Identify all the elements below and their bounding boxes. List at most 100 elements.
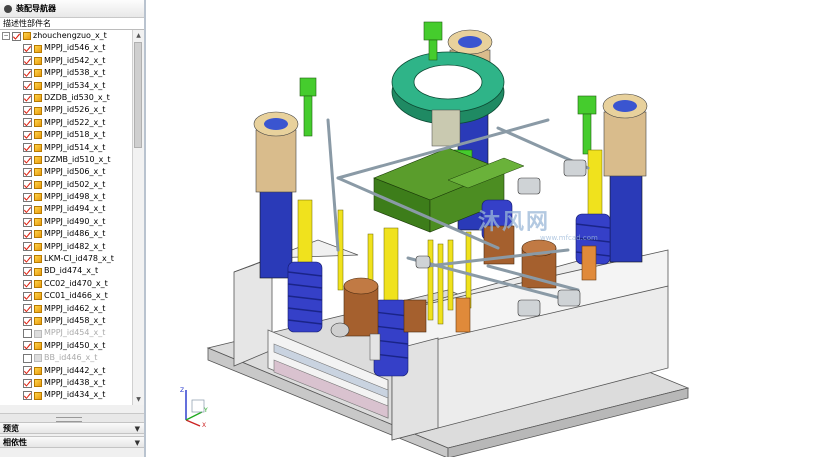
checkbox[interactable] [23, 353, 32, 363]
tree-node[interactable]: LKM-CI_id478_x_t [0, 253, 132, 265]
tree-node-label: MPPJ_id454_x_t [44, 328, 106, 338]
checkbox[interactable] [23, 81, 32, 91]
checkbox[interactable] [23, 341, 32, 351]
tree-node[interactable]: MPPJ_id494_x_t [0, 203, 132, 215]
checkbox[interactable] [23, 143, 32, 153]
tree-root-node[interactable]: − zhouchengzuo_x_t [0, 30, 132, 42]
left-guide-pillar [259, 185, 293, 279]
checkbox[interactable] [23, 254, 32, 264]
tree-node[interactable]: MPPJ_id546_x_t [0, 42, 132, 54]
tree-node-label: MPPJ_id486_x_t [44, 229, 106, 239]
tree-node-label: DZMB_id510_x_t [44, 154, 111, 164]
graphics-viewport[interactable]: 沐风网 www.mfcad.com Z X Y [148, 0, 820, 457]
checkbox[interactable] [23, 316, 32, 326]
checkbox[interactable] [23, 242, 32, 252]
tree-node[interactable]: MPPJ_id526_x_t [0, 104, 132, 116]
collapse-icon[interactable]: − [2, 32, 10, 41]
checkbox[interactable] [23, 267, 32, 277]
watermark-text: 沐风网 [478, 210, 551, 235]
checkbox[interactable] [23, 167, 32, 177]
checkbox[interactable] [23, 291, 32, 301]
checkbox[interactable] [23, 378, 32, 388]
component-icon [34, 329, 42, 338]
tree-node[interactable]: MPPJ_id486_x_t [0, 228, 132, 240]
tree-node[interactable]: MPPJ_id450_x_t [0, 340, 132, 352]
tree-node[interactable]: MPPJ_id462_x_t [0, 303, 132, 315]
tree-node-label: MPPJ_id458_x_t [44, 315, 106, 325]
tree-node[interactable]: DZDB_id530_x_t [0, 92, 132, 104]
preview-panel-header[interactable]: 预览 ▼ [0, 422, 144, 434]
checkbox[interactable] [23, 279, 32, 289]
component-icon [34, 366, 42, 375]
checkbox[interactable] [23, 192, 32, 202]
tree-node-label: CC02_id470_x_t [44, 278, 108, 288]
checkbox[interactable] [23, 304, 32, 314]
tree-node[interactable]: MPPJ_id538_x_t [0, 67, 132, 79]
tree-node[interactable]: CC02_id470_x_t [0, 278, 132, 290]
tree-node[interactable]: DZMB_id510_x_t [0, 154, 132, 166]
x-label: X [202, 422, 206, 428]
component-icon [34, 44, 42, 53]
chevron-down-icon[interactable]: ▼ [135, 423, 140, 435]
tree-node-label: MPPJ_id434_x_t [44, 390, 106, 400]
component-icon [34, 292, 42, 301]
checkbox[interactable] [12, 31, 21, 41]
checkbox[interactable] [23, 56, 32, 66]
column-header-descriptive-name[interactable]: 描述性部件名 [0, 18, 144, 30]
tree-node[interactable]: MPPJ_id518_x_t [0, 129, 132, 141]
watermark: 沐风网 www.mfcad.com [478, 204, 598, 242]
tree-node[interactable]: MPPJ_id434_x_t [0, 389, 132, 401]
tree-node-label: MPPJ_id546_x_t [44, 43, 106, 53]
tree-node[interactable]: BD_id474_x_t [0, 265, 132, 277]
checkbox[interactable] [23, 366, 32, 376]
navigator-title: 装配导航器 [16, 4, 56, 13]
checkbox[interactable] [23, 205, 32, 215]
dependencies-panel-header[interactable]: 相依性 ▼ [0, 436, 144, 448]
tree-node[interactable]: MPPJ_id502_x_t [0, 179, 132, 191]
component-icon [34, 205, 42, 214]
tree-node[interactable]: MPPJ_id458_x_t [0, 315, 132, 327]
checkbox[interactable] [23, 217, 32, 227]
tree-node[interactable]: MPPJ_id498_x_t [0, 191, 132, 203]
checkbox[interactable] [23, 130, 32, 140]
checkbox[interactable] [23, 229, 32, 239]
checkbox[interactable] [23, 68, 32, 78]
right-bushing-hole [613, 100, 637, 112]
tree-node-label: MPPJ_id450_x_t [44, 340, 106, 350]
tree-node[interactable]: MPPJ_id490_x_t [0, 216, 132, 228]
pin-icon[interactable] [4, 4, 12, 13]
component-icon [34, 304, 42, 313]
checkbox[interactable] [23, 391, 32, 401]
tree-node[interactable]: MPPJ_id438_x_t [0, 377, 132, 389]
tree-node[interactable]: MPPJ_id522_x_t [0, 117, 132, 129]
tree-node-label: MPPJ_id498_x_t [44, 192, 106, 202]
scroll-down-icon[interactable]: ▼ [134, 395, 143, 404]
tree-node[interactable]: CC01_id466_x_t [0, 290, 132, 302]
left-bushing-hole [264, 118, 288, 130]
chevron-down-icon[interactable]: ▼ [135, 437, 140, 449]
checkbox[interactable] [23, 93, 32, 103]
checkbox[interactable] [23, 155, 32, 165]
checkbox[interactable] [23, 329, 32, 339]
locating-ring-hole [413, 64, 483, 100]
component-icon [34, 168, 42, 177]
tree-scrollbar[interactable]: ▲ ▼ [132, 30, 144, 405]
tree-node[interactable]: BB_id446_x_t [0, 352, 132, 364]
tree-node[interactable]: MPPJ_id514_x_t [0, 142, 132, 154]
tree-node-label: MPPJ_id438_x_t [44, 377, 106, 387]
checkbox[interactable] [23, 118, 32, 128]
checkbox[interactable] [23, 44, 32, 54]
tree-node-label: MPPJ_id542_x_t [44, 55, 106, 65]
tree-node[interactable]: MPPJ_id442_x_t [0, 365, 132, 377]
z-label: Z [180, 387, 184, 394]
component-icon [34, 143, 42, 152]
tree-node[interactable]: MPPJ_id542_x_t [0, 55, 132, 67]
scroll-up-icon[interactable]: ▲ [134, 31, 143, 40]
scroll-thumb[interactable] [134, 42, 142, 148]
tree-node[interactable]: MPPJ_id534_x_t [0, 80, 132, 92]
checkbox[interactable] [23, 106, 32, 116]
tree-node[interactable]: MPPJ_id454_x_t [0, 327, 132, 339]
checkbox[interactable] [23, 180, 32, 190]
tree-node[interactable]: MPPJ_id506_x_t [0, 166, 132, 178]
tree-node[interactable]: MPPJ_id482_x_t [0, 241, 132, 253]
